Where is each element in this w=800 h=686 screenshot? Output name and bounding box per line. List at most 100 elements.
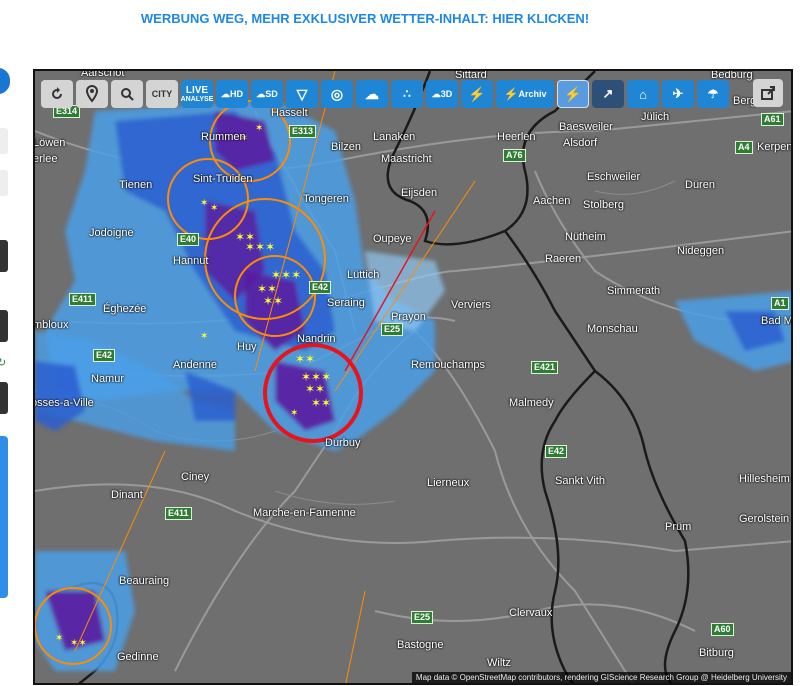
city-label: CITY: [151, 89, 173, 99]
city-label: Bilzen: [331, 141, 361, 153]
zoom-button[interactable]: [111, 80, 143, 108]
track-button[interactable]: ∴: [391, 80, 423, 108]
road-shield: E411: [165, 507, 192, 520]
reload-button[interactable]: [41, 80, 73, 108]
city-label: Monschau: [587, 323, 638, 335]
city-label: Raeren: [545, 253, 582, 265]
side-panel-tab[interactable]: [0, 436, 8, 598]
side-button[interactable]: [0, 310, 8, 342]
city-label: Eschweiler: [587, 171, 641, 183]
storm-cell-icon: ◎: [330, 85, 344, 102]
radar-hd-button[interactable]: ☁ HD: [216, 80, 248, 108]
track-dots-icon: ∴: [403, 87, 411, 101]
premium-banner-link[interactable]: WERBUNG WEG, MEHR EXKLUSIVER WETTER-INHA…: [0, 0, 730, 40]
city-label: erlee: [33, 153, 58, 165]
city-label: Bastogne: [397, 639, 444, 651]
svg-text:✶✶: ✶✶: [311, 396, 331, 410]
city-label: Durbuy: [325, 437, 361, 449]
location-button[interactable]: [76, 80, 108, 108]
city-label: Lanaken: [373, 131, 416, 143]
satellite-icon: ✈: [672, 86, 684, 101]
radar-map[interactable]: ✶ ✶ ✶ ✶ ✶✶ ✶✶✶ ✶✶ ✶✶ ✶✶✶ ✶✶ ✶✶✶ ✶✶ ✶✶ ✶ …: [33, 69, 793, 685]
road-shield: A1: [771, 297, 789, 310]
svg-text:✶✶: ✶✶: [70, 638, 87, 649]
city-label: Stolberg: [583, 199, 624, 211]
svg-text:✶: ✶: [290, 408, 298, 419]
tornado-icon: ▽: [296, 85, 308, 102]
city-label: Sint-Truiden: [193, 173, 253, 185]
side-button[interactable]: [0, 382, 8, 414]
city-label: Rummen: [201, 131, 246, 143]
city-label: Huy: [237, 341, 257, 353]
city-label: Dinant: [111, 489, 143, 501]
storm-cell-button[interactable]: ◎: [321, 80, 353, 108]
city-label: Alsdorf: [563, 137, 598, 149]
lightning-button[interactable]: ⚡: [461, 80, 493, 108]
city-label: Heerlen: [497, 131, 536, 143]
rain-rate-button[interactable]: ☂: [697, 80, 729, 108]
road-shield: E313: [289, 125, 317, 138]
city-label: Aarschot: [81, 69, 125, 79]
side-button[interactable]: [0, 170, 8, 196]
road-shield: E42: [545, 445, 568, 458]
radar-3d-button[interactable]: ☁ 3D: [426, 80, 458, 108]
city-label: osses-a-Ville: [33, 397, 94, 409]
satellite-button[interactable]: ✈: [662, 80, 694, 108]
city-label: Baesweiler: [559, 121, 613, 133]
radar-sd-button[interactable]: ☁ SD: [251, 80, 283, 108]
city-label: Nideggen: [677, 245, 725, 257]
city-label: Éghezée: [103, 303, 147, 315]
svg-text:✶: ✶: [200, 198, 208, 209]
road-shield: A76: [503, 149, 526, 162]
road-shield: A4: [735, 141, 753, 154]
city-label: Hillesheim: [739, 473, 790, 485]
live-analyse-button[interactable]: LIVE ANALYSE: [181, 80, 213, 108]
vector-icon: ↗: [602, 86, 614, 101]
city-label: mbloux: [33, 319, 69, 331]
city-label: Lüttich: [347, 269, 380, 281]
lightning-archive-button[interactable]: ⚡ Archiv: [496, 80, 554, 108]
tornado-button[interactable]: ▽: [286, 80, 318, 108]
city-label: Tienen: [119, 179, 153, 191]
road-shield: E25: [411, 611, 434, 624]
city-label: Andenne: [173, 359, 218, 371]
road-shield: E42: [93, 349, 116, 362]
hail-button[interactable]: ☁: [356, 80, 388, 108]
road-shield: A61: [761, 113, 784, 126]
svg-text:✶✶: ✶✶: [263, 294, 283, 308]
share-button[interactable]: [753, 79, 783, 107]
city-label: Oupeye: [373, 233, 412, 245]
reload-icon: [52, 87, 62, 99]
share-icon: [761, 86, 775, 100]
svg-text:✶: ✶: [210, 203, 218, 214]
strike-ground-icon: ⚡: [564, 85, 582, 102]
warning-button[interactable]: ⌂: [627, 80, 659, 108]
city-label: Seraing: [327, 297, 365, 309]
city-label: Namur: [91, 373, 125, 385]
storm-vector-button[interactable]: ↗: [592, 80, 624, 108]
side-button[interactable]: [0, 240, 8, 272]
lightning-icon: ⚡: [503, 87, 519, 101]
city-label: Eijsden: [401, 187, 438, 199]
strike-active-button[interactable]: ⚡: [557, 80, 589, 108]
city-label: Düren: [685, 179, 715, 191]
road-shield: E421: [531, 361, 559, 374]
road-shield: E40: [177, 233, 200, 246]
svg-text:✶: ✶: [55, 633, 63, 644]
refresh-icon[interactable]: ↻: [0, 356, 6, 369]
city-label: Jodoigne: [89, 227, 134, 239]
side-circle-button[interactable]: [0, 68, 10, 94]
city-label: Löwen: [33, 137, 66, 149]
city-label: Nütheim: [565, 231, 606, 243]
svg-text:✶✶: ✶✶: [295, 352, 315, 366]
road-shield: E411: [69, 293, 96, 306]
hd-label: HD: [230, 89, 243, 99]
city-label: Bad M: [761, 315, 793, 327]
svg-text:✶✶✶: ✶✶✶: [245, 240, 275, 254]
city-label: Prayon: [391, 311, 426, 323]
sd-label: SD: [265, 89, 278, 99]
city-button[interactable]: CITY: [146, 80, 178, 108]
live-label: LIVE: [185, 84, 209, 96]
side-button[interactable]: [0, 128, 8, 154]
hail-cloud-icon: ☁: [365, 85, 379, 102]
